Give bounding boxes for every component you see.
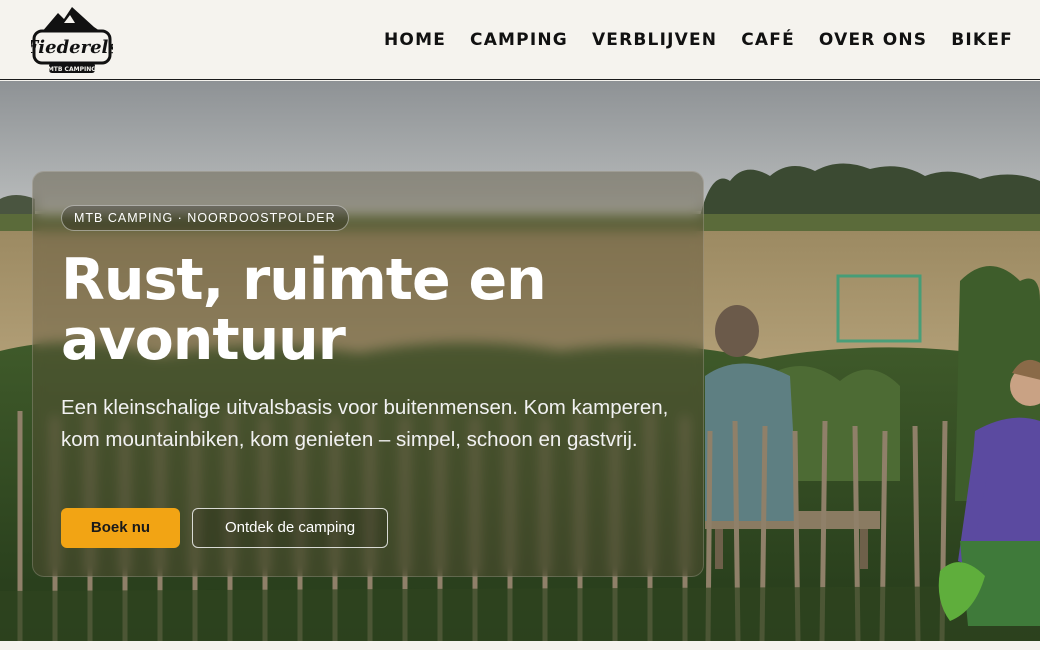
logo-subtext: MTB CAMPING bbox=[48, 66, 96, 73]
hero-title-line1: Rust, ruimte en bbox=[61, 247, 547, 313]
hero-subtitle: Een kleinschalige uitvalsbasis voor buit… bbox=[61, 396, 669, 451]
nav-camping[interactable]: CAMPING bbox=[470, 30, 568, 50]
discover-camping-button[interactable]: Ontdek de camping bbox=[192, 508, 388, 548]
hero-title-line2: avontuur bbox=[61, 307, 346, 373]
location-badge: MTB CAMPING · NOORDOOSTPOLDER bbox=[61, 205, 349, 231]
hero-title: Rust, ruimte en avontuur bbox=[61, 250, 681, 370]
nav-cafe[interactable]: CAFÉ bbox=[741, 30, 795, 50]
nav-verblijven[interactable]: VERBLIJVEN bbox=[592, 30, 717, 50]
main-nav: HOME CAMPING VERBLIJVEN CAFÉ OVER ONS BI… bbox=[384, 30, 1037, 50]
nav-over-ons[interactable]: OVER ONS bbox=[819, 30, 927, 50]
logo-text: Fiederels bbox=[31, 37, 113, 58]
fiederels-logo[interactable]: Fiederels MTB CAMPING bbox=[31, 5, 113, 75]
nav-home[interactable]: HOME bbox=[384, 30, 446, 50]
bottom-strip bbox=[0, 641, 1040, 650]
site-header: Fiederels MTB CAMPING HOME CAMPING VERBL… bbox=[0, 0, 1040, 80]
nav-bikef[interactable]: BIKEF bbox=[951, 30, 1013, 50]
book-now-button[interactable]: Boek nu bbox=[61, 508, 180, 548]
